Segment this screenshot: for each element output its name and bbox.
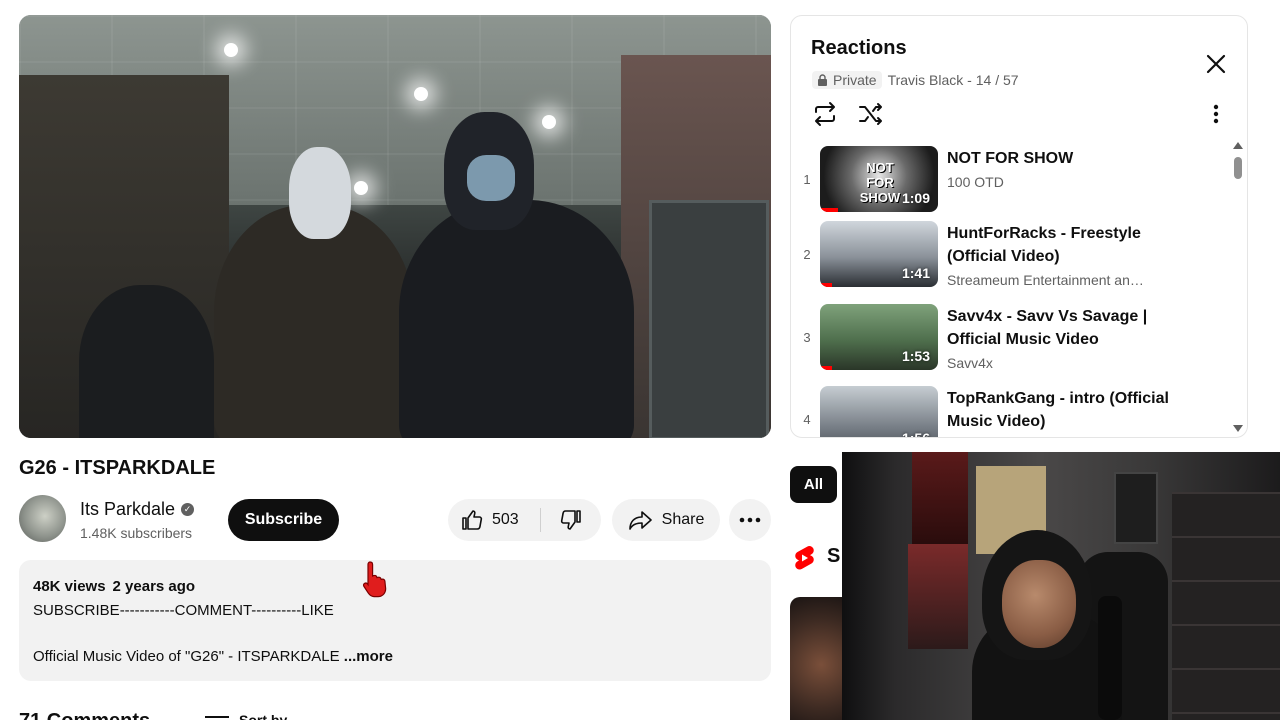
watch-progress-bar bbox=[820, 366, 832, 370]
video-player[interactable] bbox=[19, 15, 771, 438]
shorts-icon bbox=[795, 545, 814, 570]
subscribe-button[interactable]: Subscribe bbox=[228, 499, 339, 541]
video-frame-door bbox=[649, 200, 769, 438]
private-badge: Private bbox=[812, 71, 882, 89]
comments-header: 71 Comments bbox=[19, 710, 150, 720]
duration-badge: 1:09 bbox=[901, 190, 930, 206]
video-title: G26 - ITSPARKDALE bbox=[19, 457, 216, 479]
video-frame-light bbox=[224, 43, 238, 57]
duration-badge: 1:53 bbox=[901, 348, 930, 364]
watch-progress-bar bbox=[820, 208, 838, 212]
like-button[interactable]: 503 bbox=[448, 499, 540, 541]
description-box[interactable]: 48K views 2 years ago SUBSCRIBE---------… bbox=[19, 560, 771, 681]
playlist-item[interactable]: 1 NOT FOR SHOW 1:09 NOT FOR SHOW 100 OTD bbox=[791, 146, 1221, 218]
dislike-button[interactable] bbox=[541, 499, 601, 541]
more-horizontal-icon bbox=[739, 517, 761, 523]
like-dislike-group: 503 bbox=[448, 499, 601, 541]
playlist-item-index: 2 bbox=[803, 247, 811, 262]
webcam-poster bbox=[908, 544, 968, 649]
webcam-poster bbox=[912, 452, 968, 544]
description-line: SUBSCRIBE-----------COMMENT----------LIK… bbox=[33, 601, 334, 619]
playlist-item-title[interactable]: NOT FOR SHOW bbox=[947, 147, 1187, 170]
webcam-microphone bbox=[1098, 596, 1122, 720]
playlist-item-title[interactable]: Savv4x - Savv Vs Savage | Official Music… bbox=[947, 305, 1187, 351]
webcam-overlay bbox=[842, 452, 1280, 720]
video-frame-light bbox=[414, 87, 428, 101]
webcam-person-face bbox=[1002, 560, 1076, 648]
playlist-item-title[interactable]: TopRankGang - intro (Official Music Vide… bbox=[947, 387, 1187, 433]
playlist-item-info: HuntForRacks - Freestyle (Official Video… bbox=[947, 222, 1187, 288]
thumbs-down-icon bbox=[560, 510, 581, 530]
channel-name-row[interactable]: Its Parkdale ✓ bbox=[80, 499, 195, 520]
description-meta: 48K views 2 years ago bbox=[33, 575, 757, 599]
playlist-owner-position[interactable]: Travis Black - 14 / 57 bbox=[888, 72, 1019, 88]
playlist-item-info: TopRankGang - intro (Official Music Vide… bbox=[947, 387, 1187, 433]
scroll-up-arrow[interactable] bbox=[1233, 142, 1243, 149]
channel-avatar[interactable] bbox=[19, 495, 66, 542]
video-frame-person bbox=[79, 285, 214, 438]
playlist-item-thumbnail[interactable]: 1:41 bbox=[820, 221, 938, 287]
description-text: Official Music Video of "G26" - ITSPARKD… bbox=[33, 648, 340, 665]
playlist-item-thumbnail[interactable]: 1:56 bbox=[820, 386, 938, 438]
playlist-item-title[interactable]: HuntForRacks - Freestyle (Official Video… bbox=[947, 222, 1187, 268]
playlist-item-index: 3 bbox=[803, 330, 811, 345]
scroll-down-arrow[interactable] bbox=[1233, 425, 1243, 432]
share-arrow-icon bbox=[628, 511, 652, 530]
playlist-item[interactable]: 3 1:53 Savv4x - Savv Vs Savage | Officia… bbox=[791, 304, 1221, 376]
more-actions-button[interactable] bbox=[729, 499, 771, 541]
show-more-link[interactable]: ...more bbox=[344, 648, 393, 665]
duration-badge: 1:41 bbox=[901, 265, 930, 281]
shuffle-icon[interactable] bbox=[857, 100, 885, 128]
upload-date: 2 years ago bbox=[112, 578, 196, 595]
like-count: 503 bbox=[492, 511, 519, 528]
loop-icon[interactable] bbox=[811, 100, 839, 128]
video-frame-person bbox=[399, 112, 634, 438]
webcam-shelves bbox=[1172, 492, 1280, 720]
sort-icon bbox=[205, 716, 229, 718]
playlist-item-index: 4 bbox=[803, 412, 811, 427]
playlist-item-channel: Streameum Entertainment an… bbox=[947, 272, 1144, 288]
playlist-item-info: Savv4x - Savv Vs Savage | Official Music… bbox=[947, 305, 1187, 371]
webcam-poster bbox=[1114, 472, 1158, 544]
playlist-meta: Private Travis Black - 14 / 57 bbox=[812, 71, 1019, 89]
filter-chip-all[interactable]: All bbox=[790, 466, 837, 503]
playlist-item[interactable]: 4 1:56 TopRankGang - intro (Official Mus… bbox=[791, 386, 1221, 438]
video-frame-person bbox=[214, 147, 414, 438]
verified-icon: ✓ bbox=[181, 503, 195, 516]
description-line-official: Official Music Video of "G26" - ITSPARKD… bbox=[33, 645, 757, 669]
share-button[interactable]: Share bbox=[612, 499, 720, 541]
playlist-scrollbar-thumb[interactable] bbox=[1234, 157, 1242, 179]
watch-progress-bar bbox=[820, 283, 832, 287]
duration-badge: 1:56 bbox=[901, 430, 930, 438]
playlist-item-index: 1 bbox=[803, 172, 811, 187]
thumbnail-text: NOT FOR SHOW bbox=[859, 160, 901, 205]
playlist-item-info: NOT FOR SHOW 100 OTD bbox=[947, 147, 1187, 190]
subscriber-count: 1.48K subscribers bbox=[80, 525, 193, 541]
playlist-item[interactable]: 2 1:41 HuntForRacks - Freestyle (Officia… bbox=[791, 221, 1221, 293]
playlist-item-thumbnail[interactable]: NOT FOR SHOW 1:09 bbox=[820, 146, 938, 212]
channel-name[interactable]: Its Parkdale bbox=[80, 499, 175, 520]
playlist-item-thumbnail[interactable]: 1:53 bbox=[820, 304, 938, 370]
view-count: 48K views bbox=[33, 578, 106, 595]
close-icon[interactable] bbox=[1201, 49, 1231, 79]
lock-icon bbox=[818, 74, 827, 86]
thumbs-up-icon bbox=[462, 510, 483, 530]
more-vertical-icon[interactable] bbox=[1205, 102, 1227, 126]
playlist-title[interactable]: Reactions bbox=[811, 37, 907, 60]
playlist-item-channel: 100 OTD bbox=[947, 174, 1004, 190]
shorts-section-title: Shorts bbox=[827, 545, 841, 567]
playlist-panel: Reactions Private Travis Black - 14 / 57… bbox=[790, 15, 1248, 438]
share-label: Share bbox=[661, 511, 705, 528]
sort-label: Sort by bbox=[239, 712, 288, 720]
video-frame-light bbox=[354, 181, 368, 195]
video-frame-light bbox=[542, 115, 556, 129]
sort-by-button[interactable]: Sort by bbox=[205, 712, 287, 720]
hand-cursor-icon bbox=[362, 561, 387, 598]
playlist-item-channel: Savv4x bbox=[947, 355, 993, 371]
shorts-thumbnail[interactable] bbox=[790, 597, 842, 720]
privacy-label: Private bbox=[833, 72, 877, 88]
